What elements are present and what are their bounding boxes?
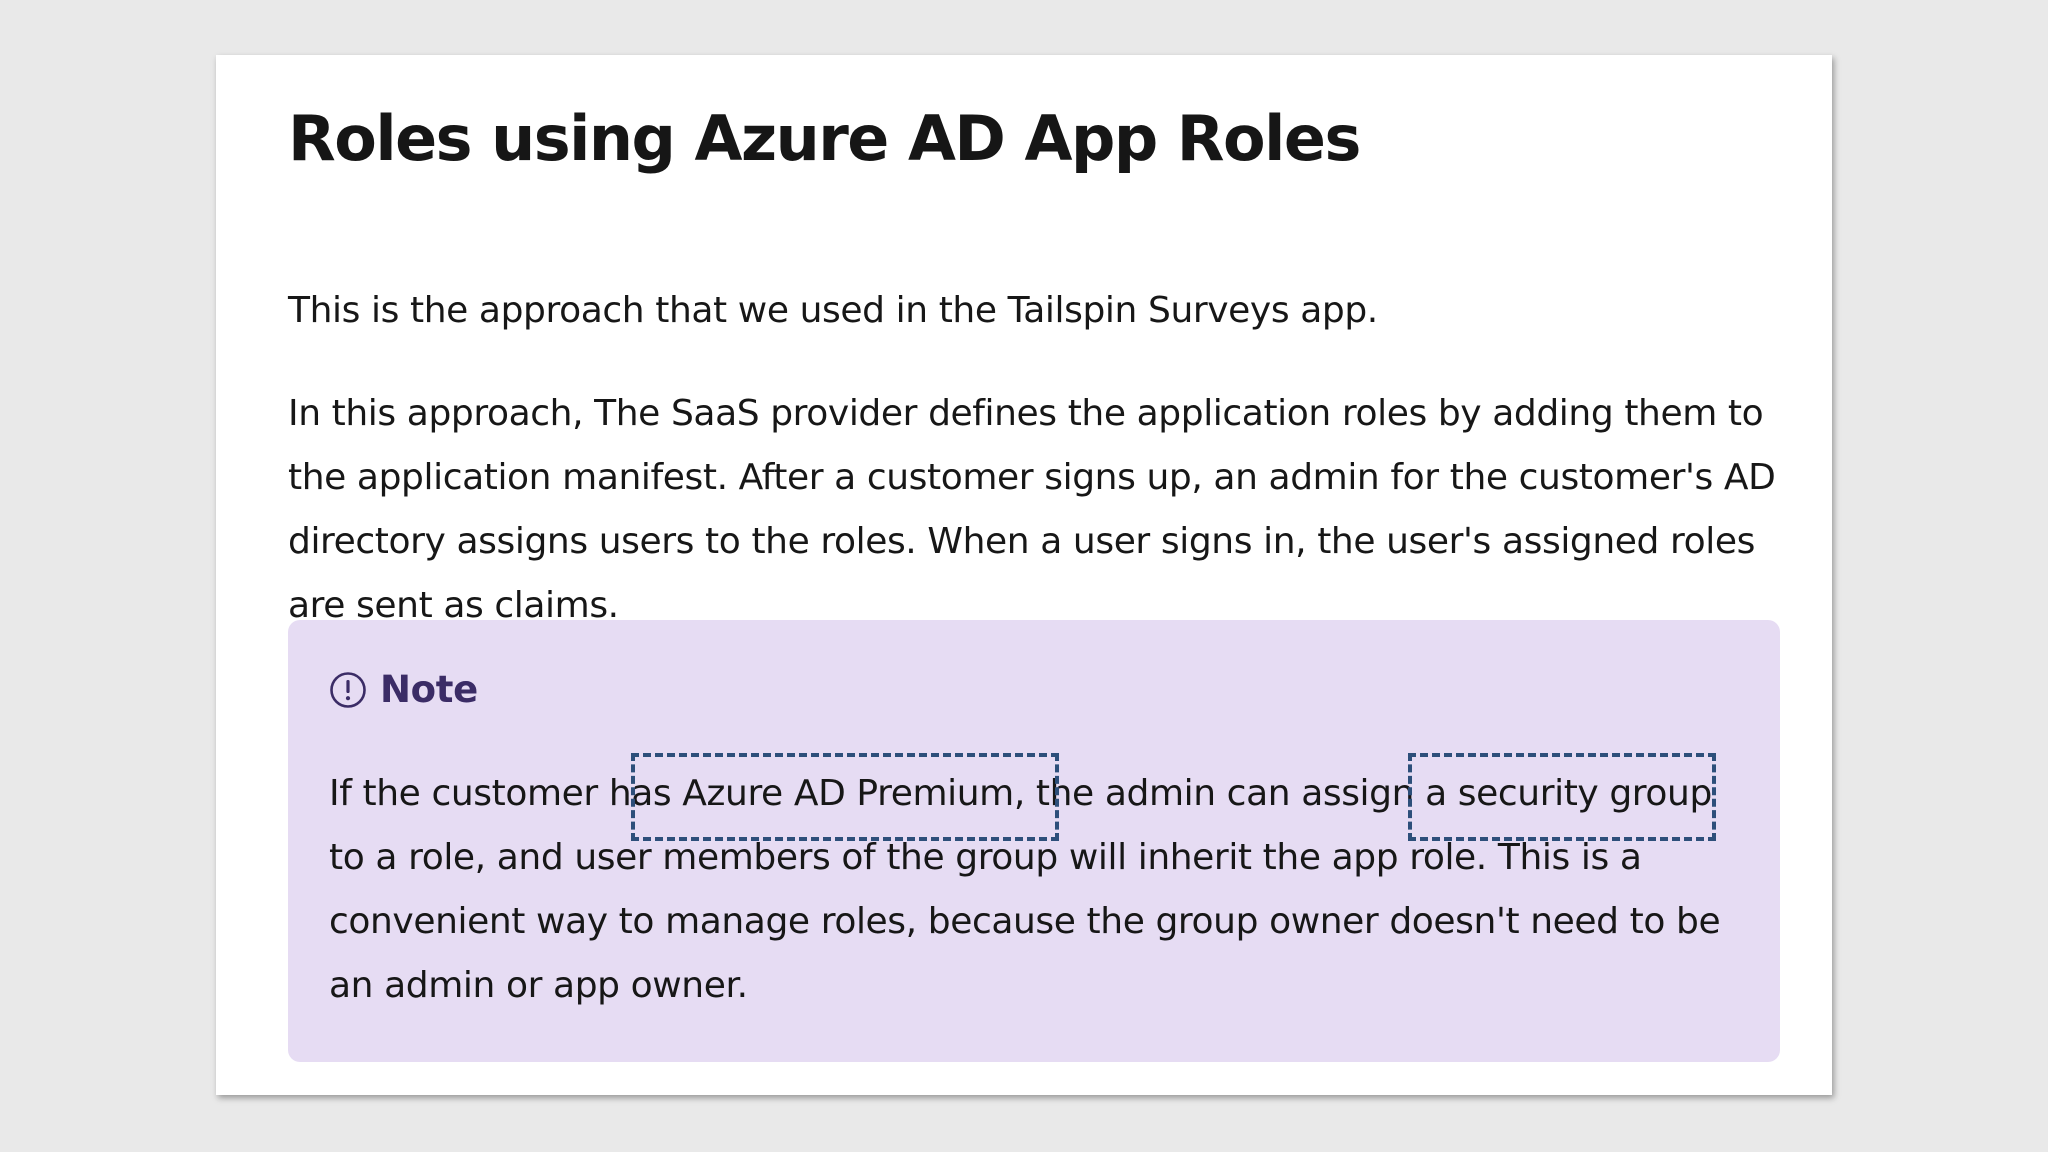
description-paragraph: In this approach, The SaaS provider defi…	[288, 382, 1788, 638]
info-circle-icon	[329, 671, 367, 709]
note-callout: Note If the customer has Azure AD Premiu…	[288, 620, 1780, 1062]
note-label: Note	[380, 668, 478, 711]
note-line: If the customer has Azure AD Premium, th…	[329, 773, 1712, 814]
description-line: directory assigns users to the roles. Wh…	[288, 521, 1755, 562]
note-line: convenient way to manage roles, because …	[329, 901, 1721, 942]
note-line: to a role, and user members of the group…	[329, 837, 1642, 878]
note-header: Note	[329, 668, 478, 711]
document-card: Roles using Azure AD App Roles This is t…	[216, 55, 1832, 1095]
intro-paragraph: This is the approach that we used in the…	[288, 290, 1378, 331]
description-line: the application manifest. After a custom…	[288, 457, 1776, 498]
note-body: If the customer has Azure AD Premium, th…	[329, 762, 1759, 1018]
page-title: Roles using Azure AD App Roles	[288, 102, 1361, 175]
description-line: In this approach, The SaaS provider defi…	[288, 393, 1764, 434]
note-line: an admin or app owner.	[329, 965, 748, 1006]
